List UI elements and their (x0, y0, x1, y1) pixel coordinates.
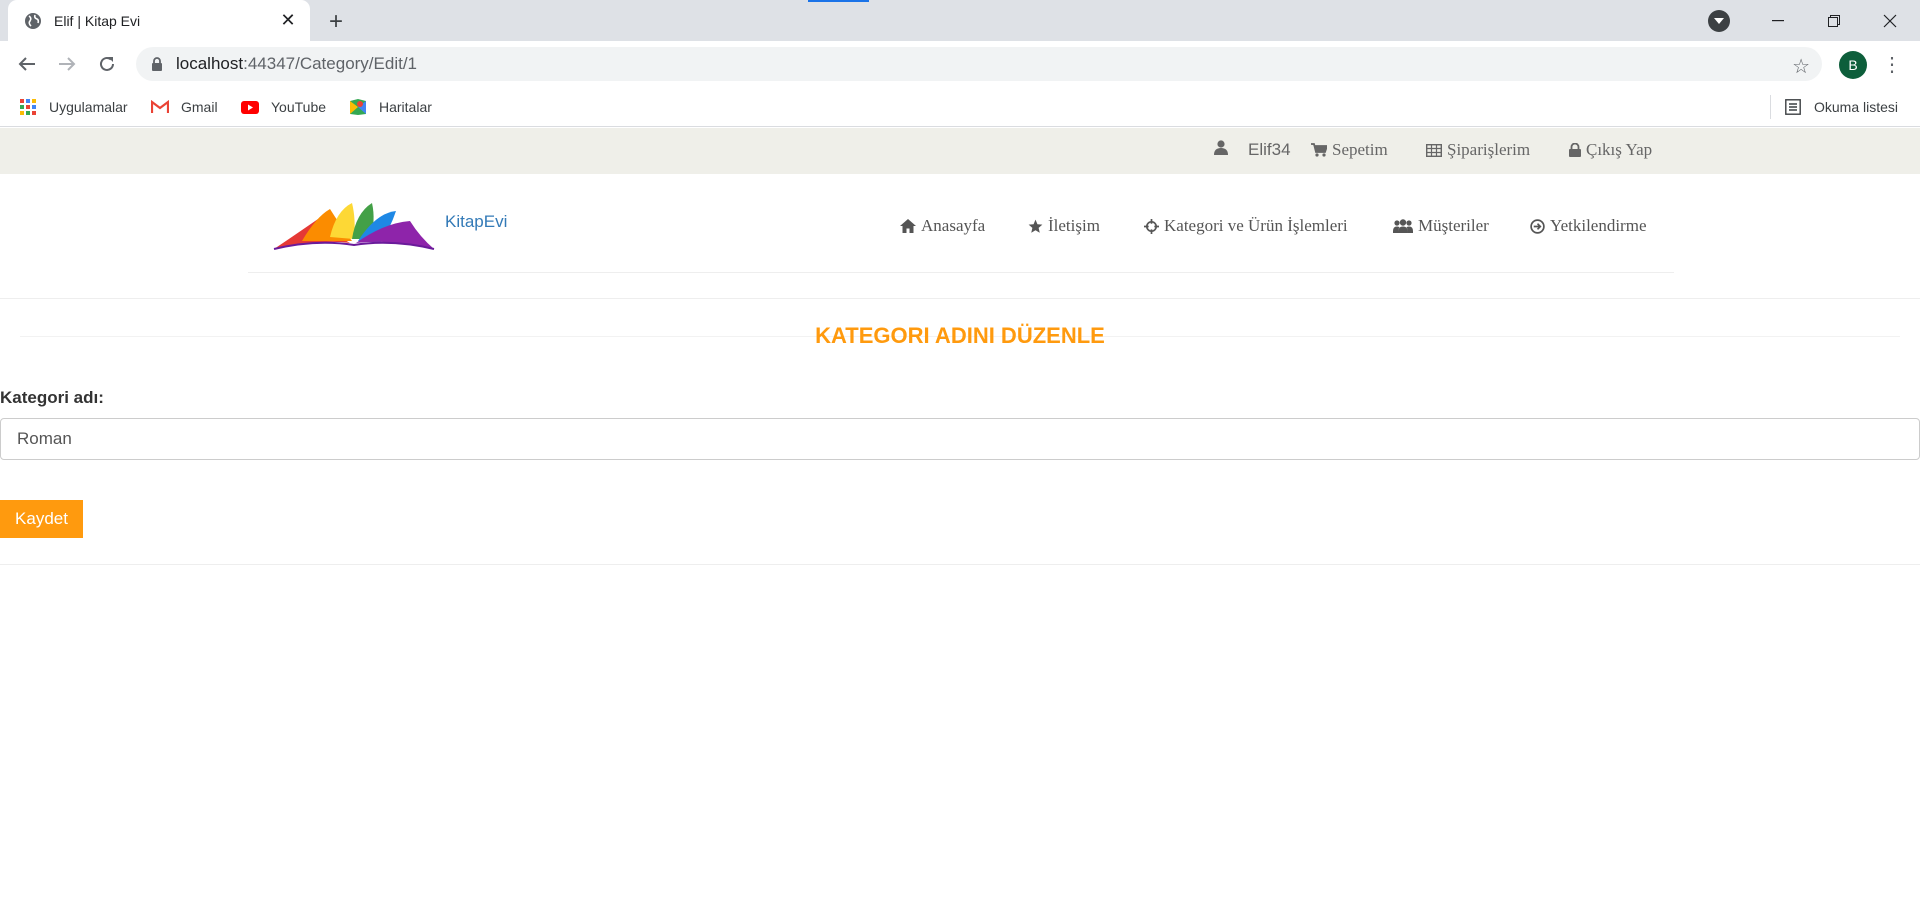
globe-icon (25, 12, 41, 29)
logout-link[interactable]: Çıkış Yap (1569, 140, 1652, 160)
category-name-label: Kategori adı: (0, 388, 104, 407)
forward-button[interactable] (53, 50, 81, 78)
book-logo[interactable] (272, 199, 436, 255)
tab-close-icon[interactable]: ✕ (274, 7, 302, 35)
category-name-input[interactable] (0, 418, 1920, 460)
nav-authorization-label: Yetkilendirme (1550, 216, 1647, 235)
bookmark-label: Uygulamalar (49, 99, 128, 115)
bookmarks-divider (1770, 95, 1771, 119)
logout-label: Çıkış Yap (1586, 140, 1653, 159)
browser-toolbar: localhost:44347/Category/Edit/1 ☆ B ⋮ (0, 41, 1920, 87)
lock-icon (1569, 143, 1581, 157)
nav-home-label: Anasayfa (921, 216, 986, 235)
user-icon (1214, 140, 1233, 155)
minimize-button[interactable] (1750, 0, 1806, 41)
minimize-icon (1772, 19, 1784, 21)
username[interactable]: Elif34 (1248, 140, 1291, 160)
nav-customers[interactable]: Müşteriler (1393, 216, 1489, 236)
nav-home[interactable]: Anasayfa (900, 216, 985, 236)
reload-icon (100, 56, 114, 71)
nav-authorization[interactable]: Yetkilendirme (1530, 216, 1647, 236)
nav-contact-label: İletişim (1048, 216, 1100, 235)
reading-list-icon (1784, 98, 1802, 116)
close-icon (1883, 14, 1897, 27)
maps-icon (349, 98, 367, 116)
star-icon (1028, 219, 1043, 233)
tab-search-button[interactable] (1708, 10, 1730, 32)
reading-list-button[interactable]: Okuma listesi (1784, 95, 1898, 119)
apps-grid-icon (19, 98, 37, 116)
reload-button[interactable] (93, 50, 121, 78)
restore-icon (1828, 14, 1840, 27)
users-icon (1393, 219, 1413, 233)
page-title: KATEGORI ADINI DÜZENLE (815, 323, 1105, 348)
bookmark-label: YouTube (271, 99, 327, 115)
page-content: Elif34 Sepetim Şiparişlerim Çıkış Yap Ki… (0, 128, 1920, 905)
nav-contact[interactable]: İletişim (1028, 216, 1100, 236)
brand-link[interactable]: KitapEvi (445, 212, 507, 232)
cart-icon (1311, 143, 1327, 157)
url-host: localhost (176, 54, 244, 73)
bookmarks-bar: Uygulamalar Gmail YouTube Haritalar Okum… (0, 87, 1920, 127)
close-window-button[interactable] (1862, 0, 1918, 41)
bookmark-gmail[interactable]: Gmail (151, 95, 218, 119)
bookmark-apps[interactable]: Uygulamalar (19, 95, 128, 119)
back-arrow-icon (18, 57, 35, 71)
crosshair-icon (1144, 218, 1159, 234)
forward-arrow-icon (59, 57, 76, 71)
cart-link[interactable]: Sepetim (1311, 140, 1388, 160)
cart-label: Sepetim (1332, 140, 1388, 159)
nav-customers-label: Müşteriler (1418, 216, 1489, 235)
bookmark-label: Gmail (181, 99, 218, 115)
profile-avatar[interactable]: B (1839, 51, 1867, 79)
reading-list-label: Okuma listesi (1814, 99, 1899, 115)
tab-title: Elif | Kitap Evi (54, 12, 141, 29)
nav-category-product[interactable]: Kategori ve Ürün İşlemleri (1144, 216, 1348, 236)
youtube-icon (241, 98, 259, 116)
nav-category-product-label: Kategori ve Ürün İşlemleri (1164, 216, 1348, 235)
orders-label: Şiparişlerim (1447, 140, 1531, 159)
browser-tabstrip: Elif | Kitap Evi ✕ + (0, 0, 1920, 41)
bookmark-star-icon[interactable]: ☆ (1792, 54, 1810, 79)
browser-menu-icon[interactable]: ⋮ (1882, 50, 1902, 78)
url-text: localhost:44347/Category/Edit/1 (176, 54, 417, 74)
gmail-icon (151, 98, 169, 116)
tab-loading-indicator (808, 0, 869, 2)
site-header: KitapEvi Anasayfa İletişim Kategori ve Ü… (248, 174, 1674, 273)
home-icon (900, 219, 916, 233)
lock-icon[interactable] (150, 57, 164, 71)
footer-divider (0, 564, 1920, 565)
restore-button[interactable] (1806, 0, 1862, 41)
chevron-down-icon (1714, 18, 1724, 24)
orders-link[interactable]: Şiparişlerim (1426, 140, 1530, 160)
bookmark-youtube[interactable]: YouTube (241, 95, 326, 119)
new-tab-button[interactable]: + (322, 8, 350, 36)
top-user-bar: Elif34 Sepetim Şiparişlerim Çıkış Yap (0, 128, 1920, 174)
save-button[interactable]: Kaydet (0, 500, 83, 538)
bookmark-label: Haritalar (379, 99, 432, 115)
url-path: :44347/Category/Edit/1 (243, 54, 418, 73)
bookmark-maps[interactable]: Haritalar (349, 95, 432, 119)
table-icon (1426, 143, 1442, 157)
browser-tab[interactable]: Elif | Kitap Evi ✕ (8, 0, 310, 41)
address-bar[interactable]: localhost:44347/Category/Edit/1 ☆ (136, 47, 1822, 81)
back-button[interactable] (13, 50, 41, 78)
circle-arrow-right-icon (1530, 218, 1545, 234)
header-divider (0, 298, 1920, 299)
